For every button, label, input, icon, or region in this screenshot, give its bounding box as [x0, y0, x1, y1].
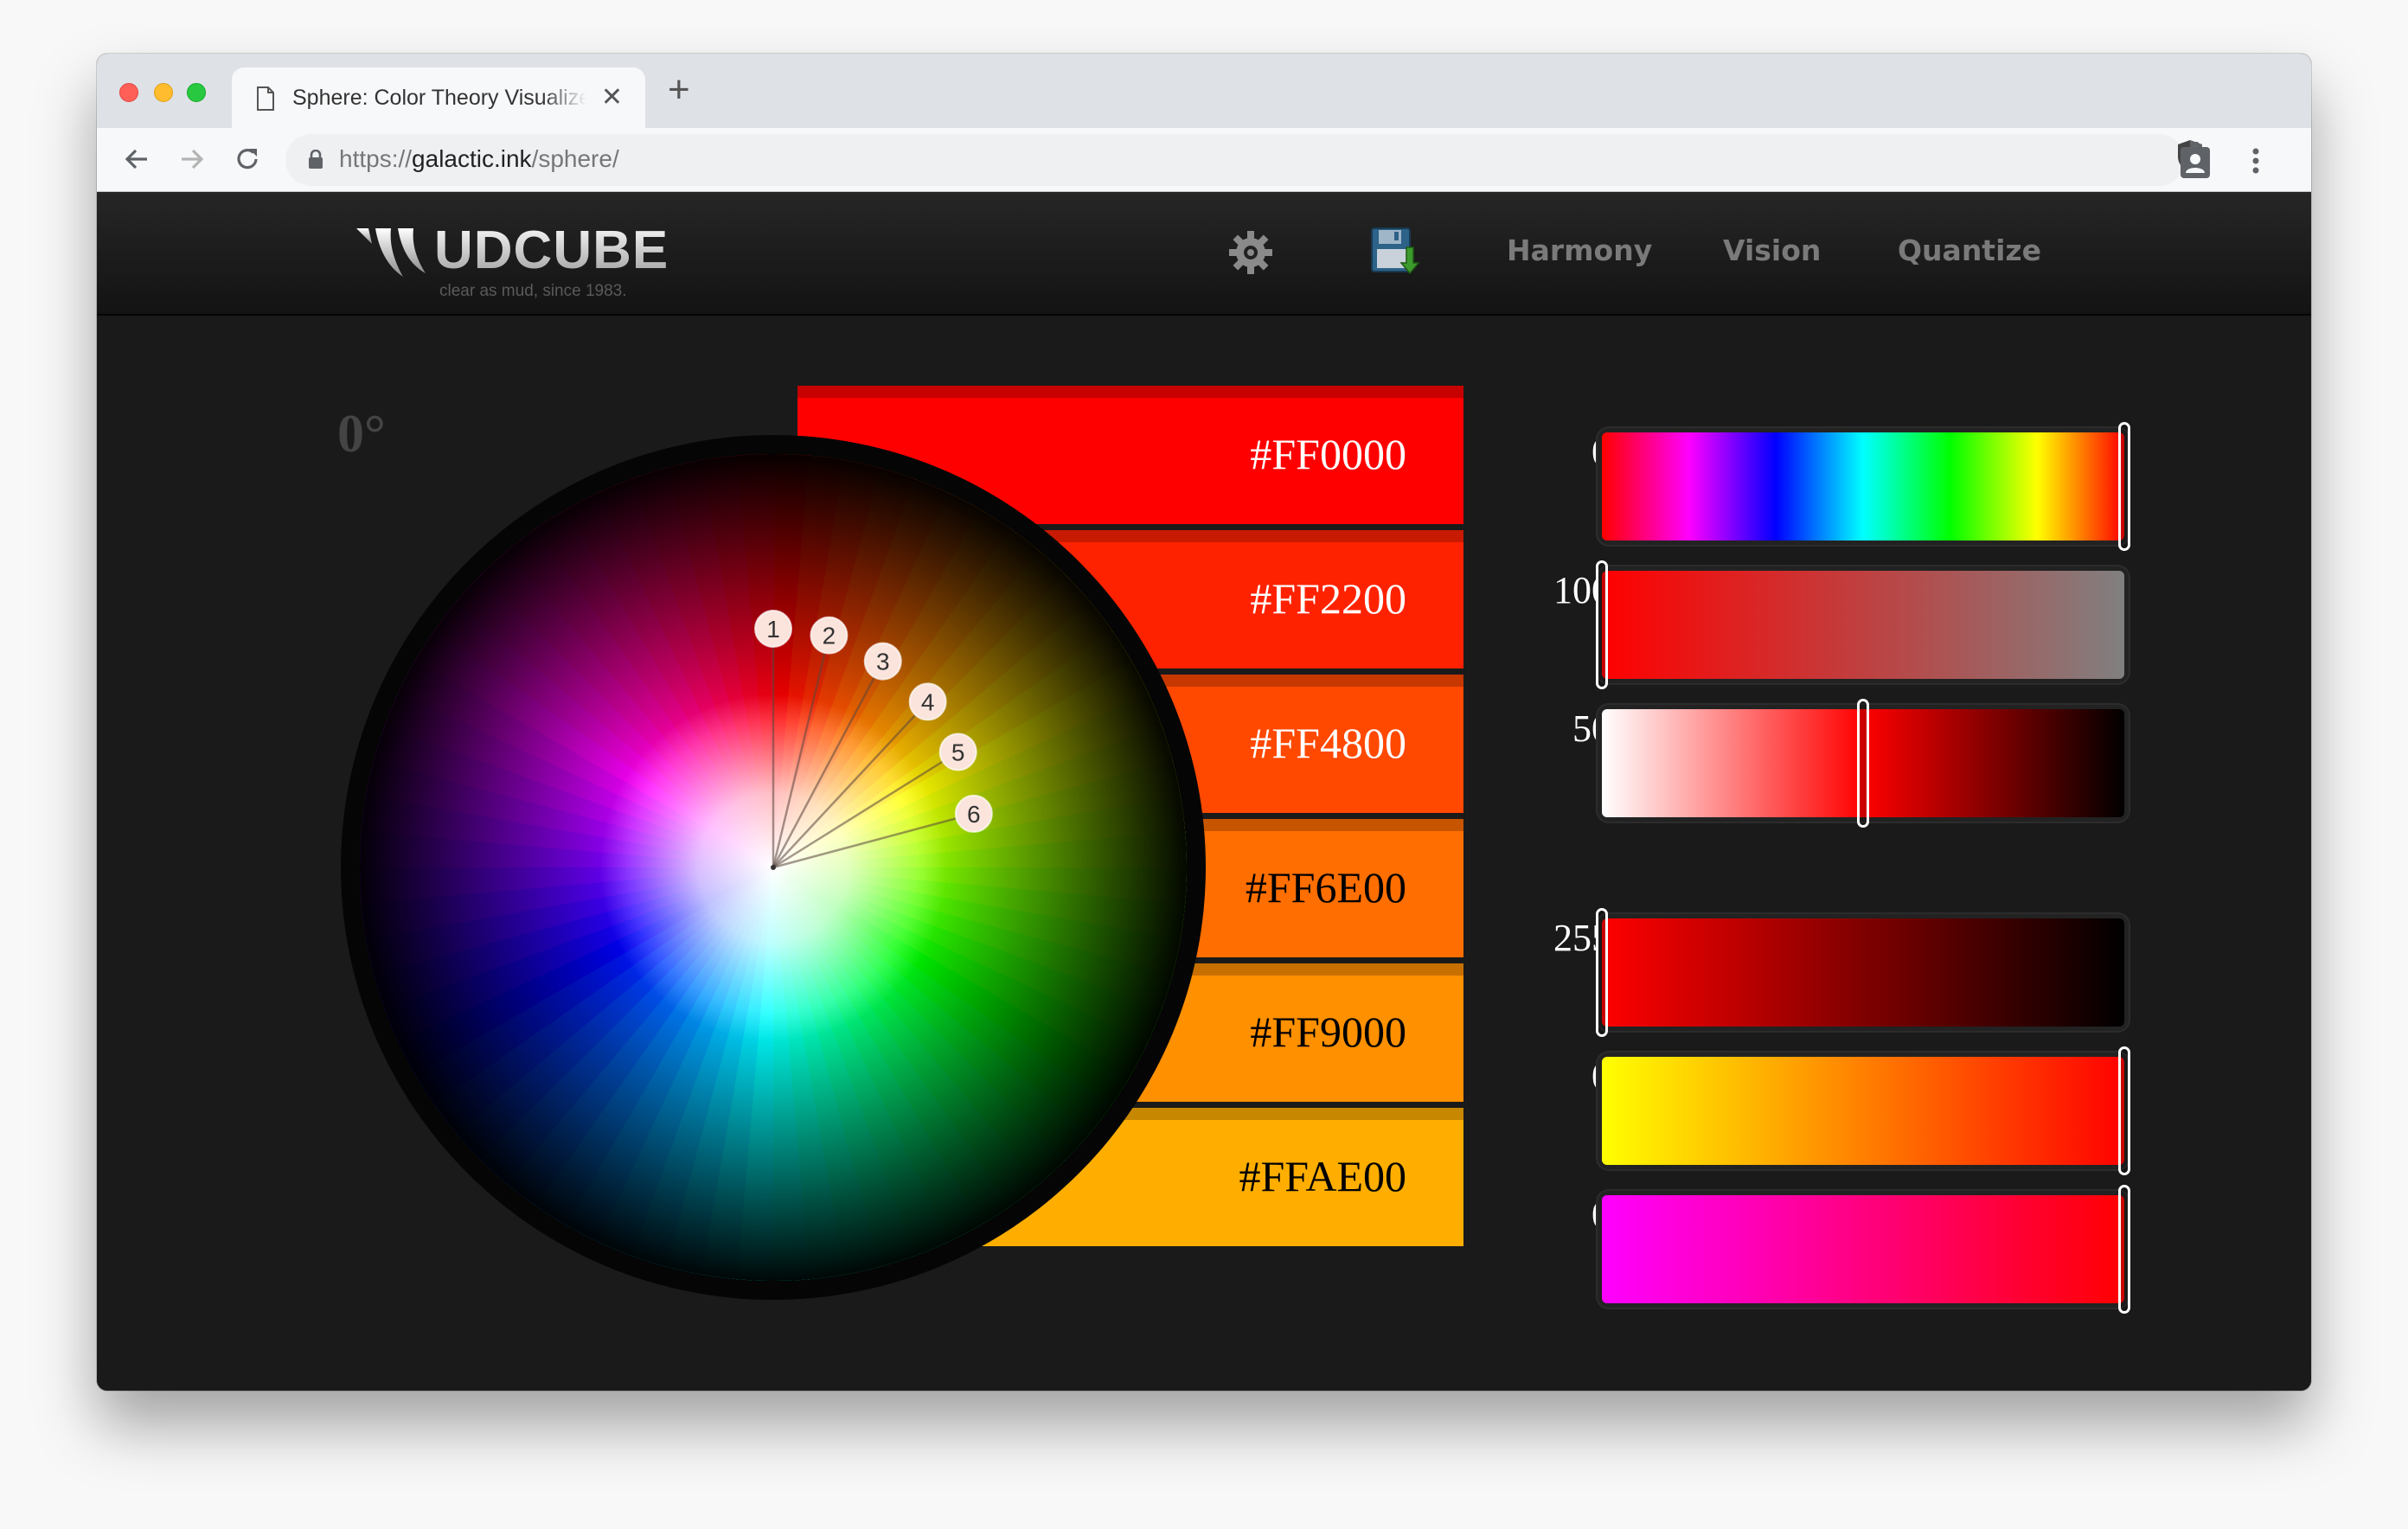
lightness-slider[interactable] [1602, 699, 2124, 828]
nav-quantize[interactable]: Quantize [1898, 234, 2041, 267]
slider-track[interactable] [1602, 571, 2124, 679]
swatch-hex: #FF2200 [1250, 574, 1406, 623]
lock-icon [309, 150, 323, 169]
maximize-window-button[interactable] [187, 83, 206, 102]
saturation-slider[interactable] [1596, 560, 2124, 689]
color-wheel-svg[interactable]: 1 2 3 45 6 [341, 435, 1206, 1300]
back-arrow-icon[interactable] [119, 142, 154, 176]
url-text[interactable]: https://galactic.ink/sphere/ [339, 145, 619, 173]
new-tab-button[interactable]: + [668, 71, 690, 109]
slider-track[interactable] [1602, 918, 2124, 1027]
saturation-value: 100 [1553, 569, 1611, 611]
logo-text: UDCUBE [434, 221, 669, 280]
slider-handle[interactable] [1596, 560, 1608, 689]
tab-strip: Sphere: Color Theory Visualizer ✕ + [97, 54, 2311, 128]
marker-number: 3 [876, 649, 890, 675]
green-value: 0 [1591, 1055, 1611, 1097]
slider-handle[interactable] [2118, 1046, 2130, 1175]
marker-number: 5 [951, 739, 965, 765]
slider-handle[interactable] [2118, 422, 2130, 551]
marker-number: 4 [921, 688, 935, 715]
reload-icon[interactable] [230, 142, 265, 176]
hue-slider[interactable] [1602, 422, 2130, 551]
gear-icon[interactable] [1226, 228, 1275, 277]
swatch-hex: #FF6E00 [1245, 863, 1406, 912]
marker-number: 2 [823, 623, 836, 649]
marker-number: 1 [766, 616, 780, 643]
url-host: galactic.ink [412, 145, 532, 172]
minimize-window-button[interactable] [154, 83, 173, 102]
more-vert-icon[interactable] [2237, 142, 2275, 180]
address-bar[interactable]: https://galactic.ink/sphere/ [285, 134, 2207, 186]
document-icon [257, 86, 274, 111]
browser-window: Sphere: Color Theory Visualizer ✕ + http… [97, 54, 2311, 1391]
slider-handle[interactable] [1596, 908, 1608, 1037]
wheel-center-point [771, 865, 776, 870]
nav-harmony[interactable]: Harmony [1507, 234, 1652, 267]
slider-track[interactable] [1602, 1195, 2124, 1303]
red-value: 255 [1553, 917, 1611, 959]
url-path: /sphere/ [531, 145, 619, 172]
save-disk-icon[interactable] [1368, 225, 1422, 278]
slider-handle[interactable] [2118, 1185, 2130, 1314]
browser-tab[interactable]: Sphere: Color Theory Visualizer ✕ [232, 67, 645, 128]
tab-title: Sphere: Color Theory Visualizer [292, 86, 586, 110]
slider-track[interactable] [1602, 1057, 2124, 1165]
main-content: #FF0000 #FF2200 #FF4800 #FF6E00 #FF9000 … [97, 317, 2311, 1391]
blue-slider[interactable] [1602, 1185, 2130, 1314]
swatch-hex: #FF9000 [1250, 1008, 1406, 1056]
green-slider[interactable] [1602, 1046, 2130, 1175]
logo-tagline: clear as mud, since 1983. [439, 282, 627, 300]
profile-badge-icon[interactable] [2176, 142, 2214, 180]
tab-close-icon[interactable]: ✕ [601, 85, 623, 111]
hue-value: 0 [1591, 431, 1611, 473]
slider-track[interactable] [1602, 432, 2124, 541]
color-wheel[interactable]: 1 2 3 45 6 [341, 435, 1206, 1300]
blue-value: 0 [1591, 1193, 1611, 1236]
slider-handle[interactable] [1857, 699, 1869, 828]
marker-number: 6 [967, 801, 981, 828]
logo-claw-icon [356, 228, 426, 277]
red-slider[interactable] [1596, 908, 2124, 1037]
nav-vision[interactable]: Vision [1723, 234, 1821, 267]
browser-toolbar: https://galactic.ink/sphere/ [97, 128, 2311, 192]
swatch-hex: #FF0000 [1250, 430, 1406, 478]
url-scheme: https:// [339, 145, 413, 172]
forward-arrow-icon[interactable] [175, 142, 209, 176]
lightness-value: 50 [1572, 707, 1611, 750]
swatch-hex: #FFAE00 [1239, 1152, 1406, 1200]
close-window-button[interactable] [119, 83, 138, 102]
swatch-hex: #FF4800 [1250, 719, 1406, 767]
app-header: UDCUBE clear as mud, since 1983. Harmony… [97, 192, 2311, 316]
